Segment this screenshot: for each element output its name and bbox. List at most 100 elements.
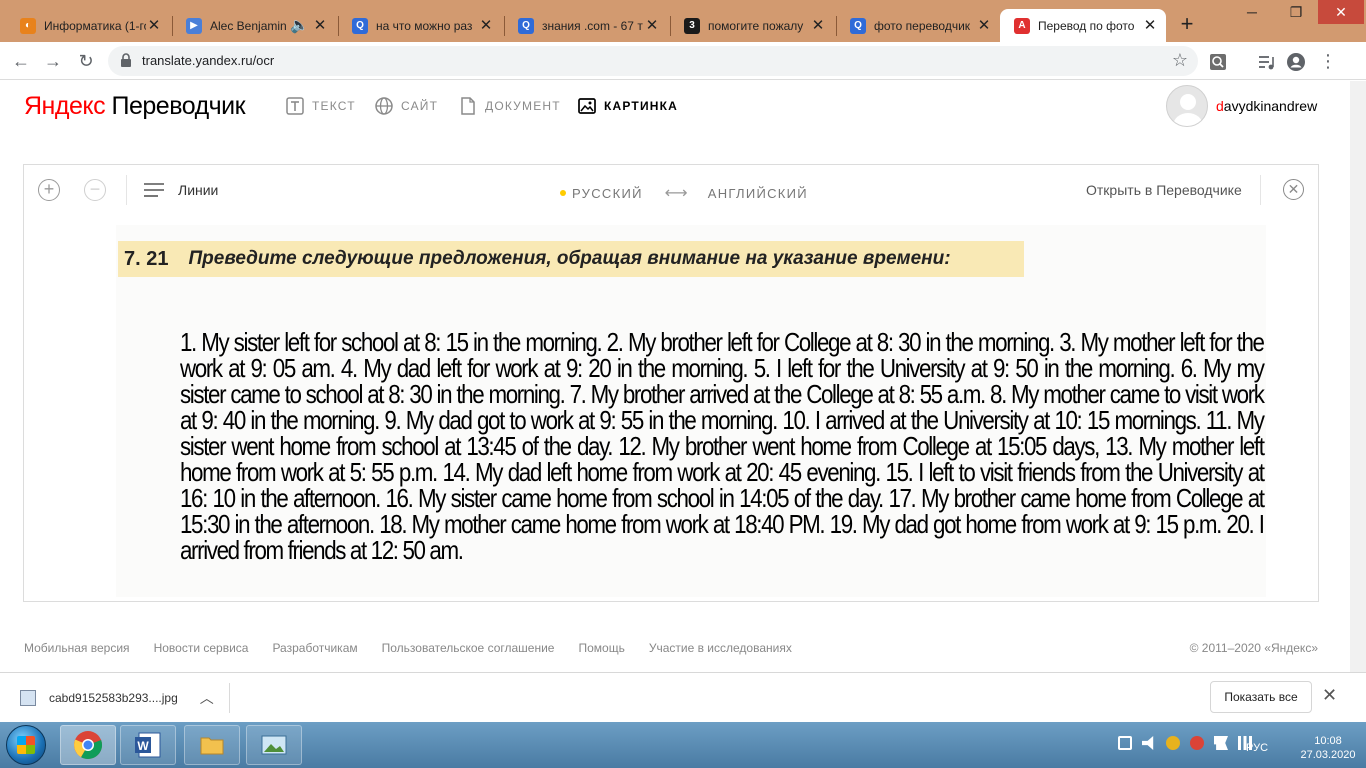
download-item[interactable]: cabd9152583b293....jpg ︿ [12, 683, 230, 713]
maximize-button[interactable]: ❐ [1274, 0, 1318, 24]
url-text: translate.yandex.ru/ocr [142, 53, 275, 68]
browser-tab-active[interactable]: А Перевод по фото ✕ [1000, 9, 1166, 42]
browser-menu-icon[interactable]: ⋮ [1317, 50, 1339, 72]
panel-toolbar: + − Линии РУССКИЙ ⟷ АНГЛИЙСКИЙ Открыть в… [24, 165, 1318, 215]
toolbar-divider [1260, 175, 1261, 205]
close-tab-icon[interactable]: ✕ [312, 17, 328, 34]
browser-toolbar: ← → ↻ translate.yandex.ru/ocr ☆ ⋮ [0, 42, 1366, 80]
browser-tab-3[interactable]: Q на что можно раз ✕ [338, 9, 502, 42]
window-close-button[interactable]: ✕ [1318, 0, 1364, 24]
profile-icon[interactable] [1286, 52, 1306, 72]
user-silhouette-icon [1173, 94, 1203, 126]
page-footer: Мобильная версия Новости сервиса Разрабо… [24, 641, 1318, 655]
zoom-in-button[interactable]: + [38, 179, 60, 201]
footer-link-developers[interactable]: Разработчикам [272, 641, 357, 655]
footer-link-help[interactable]: Помощь [578, 641, 624, 655]
chevron-up-icon[interactable]: ︿ [200, 688, 214, 708]
flag-icon[interactable] [1214, 736, 1228, 750]
close-tab-icon[interactable]: ✕ [976, 17, 992, 34]
show-all-downloads-button[interactable]: Показать все [1210, 681, 1312, 713]
nav-tab-image[interactable]: КАРТИНКА [578, 97, 678, 115]
nav-tab-document[interactable]: ДОКУМЕНТ [459, 97, 561, 115]
address-bar[interactable]: translate.yandex.ru/ocr ☆ [108, 46, 1198, 76]
taskbar-word[interactable]: W [120, 725, 176, 765]
swap-languages-icon[interactable]: ⟷ [665, 183, 688, 203]
globe-icon [375, 97, 393, 115]
search-q-icon: Q [850, 17, 866, 34]
download-file-name: cabd9152583b293....jpg [49, 691, 178, 705]
lines-mode-button[interactable]: Линии [144, 182, 218, 198]
start-button[interactable] [6, 725, 46, 765]
media-control-icon[interactable] [1256, 52, 1276, 72]
target-language[interactable]: АНГЛИЙСКИЙ [708, 186, 808, 201]
browser-tab-6[interactable]: Q фото переводчик ✕ [836, 9, 1000, 42]
tab-title: Alec Benjamin [210, 18, 287, 33]
document-icon [461, 97, 475, 115]
tab-strip: ◐ Информатика (1-го ✕ ▶ Alec Benjamin 🔈 … [0, 0, 1366, 42]
detected-language-dot [560, 190, 566, 196]
network-icon[interactable] [1118, 736, 1132, 750]
volume-icon[interactable] [1142, 736, 1154, 750]
close-tab-icon[interactable]: ✕ [644, 17, 660, 34]
exercise-number: 7. 21 [124, 247, 169, 270]
yandex-translate-logo[interactable]: Яндекс Переводчик [24, 92, 246, 121]
close-tab-icon[interactable]: ✕ [478, 17, 494, 34]
folder-icon [200, 737, 224, 755]
speaker-icon[interactable]: 🔈 [290, 17, 309, 34]
logo-brand: Яндекс [24, 92, 106, 120]
text-t-icon [286, 97, 304, 115]
chrome-tray-icon[interactable] [1190, 736, 1204, 750]
tab-title: фото переводчик [874, 18, 971, 33]
nav-tab-label: КАРТИНКА [604, 99, 679, 113]
bookmark-star-icon[interactable]: ☆ [1172, 50, 1188, 71]
reload-button[interactable]: ↻ [75, 50, 97, 72]
footer-link-mobile[interactable]: Мобильная версия [24, 641, 130, 655]
footer-link-agreement[interactable]: Пользовательское соглашение [382, 641, 555, 655]
zoom-out-button[interactable]: − [84, 179, 106, 201]
tab-title: Перевод по фото [1038, 18, 1135, 33]
source-language[interactable]: РУССКИЙ [572, 186, 643, 201]
photo-viewer-icon [261, 735, 287, 755]
taskbar-photo-viewer[interactable] [246, 725, 302, 765]
system-tray [1118, 736, 1252, 750]
footer-link-research[interactable]: Участие в исследованиях [649, 641, 792, 655]
clock-time: 10:08 [1314, 735, 1342, 747]
browser-tab-2[interactable]: ▶ Alec Benjamin 🔈 ✕ [172, 9, 336, 42]
new-tab-button[interactable]: + [1176, 13, 1198, 35]
lock-icon [121, 53, 131, 67]
lines-label: Линии [178, 182, 219, 198]
nav-tab-text[interactable]: ТЕКСТ [286, 97, 356, 115]
security-icon[interactable] [1166, 736, 1180, 750]
open-in-translator-link[interactable]: Открыть в Переводчике [1086, 182, 1242, 198]
browser-tab-5[interactable]: 3 помогите пожалу ✕ [670, 9, 834, 42]
forward-button[interactable]: → [42, 50, 64, 72]
back-button[interactable]: ← [10, 50, 32, 72]
footer-link-news[interactable]: Новости сервиса [154, 641, 249, 655]
close-tab-icon[interactable]: ✕ [810, 17, 826, 34]
nav-tab-site[interactable]: САЙТ [375, 97, 438, 115]
clock[interactable]: 10:08 27.03.2020 [1300, 734, 1356, 762]
taskbar-explorer[interactable] [184, 725, 240, 765]
toolbar-divider [126, 175, 127, 205]
avatar[interactable] [1166, 85, 1208, 127]
user-name[interactable]: davydkinandrew [1216, 98, 1317, 114]
exercise-instruction: Преведите следующие предложения, обращая… [188, 248, 951, 269]
extension-search-icon[interactable] [1208, 52, 1228, 72]
nav-tab-label: ДОКУМЕНТ [485, 99, 561, 113]
minimize-button[interactable]: ─ [1230, 0, 1274, 24]
browser-tab-1[interactable]: ◐ Информатика (1-го ✕ [6, 9, 170, 42]
yandex-school-icon: ◐ [20, 17, 36, 34]
close-tab-icon[interactable]: ✕ [146, 17, 162, 34]
browser-tab-4[interactable]: Q знания .com - 67 т ✕ [504, 9, 668, 42]
downloads-bar: cabd9152583b293....jpg ︿ Показать все ✕ [0, 672, 1366, 722]
close-panel-icon[interactable]: ✕ [1283, 179, 1304, 200]
clock-date: 27.03.2020 [1300, 749, 1356, 761]
page-scrollbar[interactable] [1350, 81, 1366, 672]
close-downloads-icon[interactable]: ✕ [1322, 685, 1337, 706]
tab-title: на что можно раз [376, 18, 473, 33]
taskbar-chrome[interactable] [60, 725, 116, 765]
close-tab-icon[interactable]: ✕ [1142, 17, 1158, 34]
image-icon [578, 98, 596, 114]
input-language[interactable]: РУС [1246, 742, 1268, 754]
taskbar: W РУС 10:08 27.03.2020 [0, 722, 1366, 768]
